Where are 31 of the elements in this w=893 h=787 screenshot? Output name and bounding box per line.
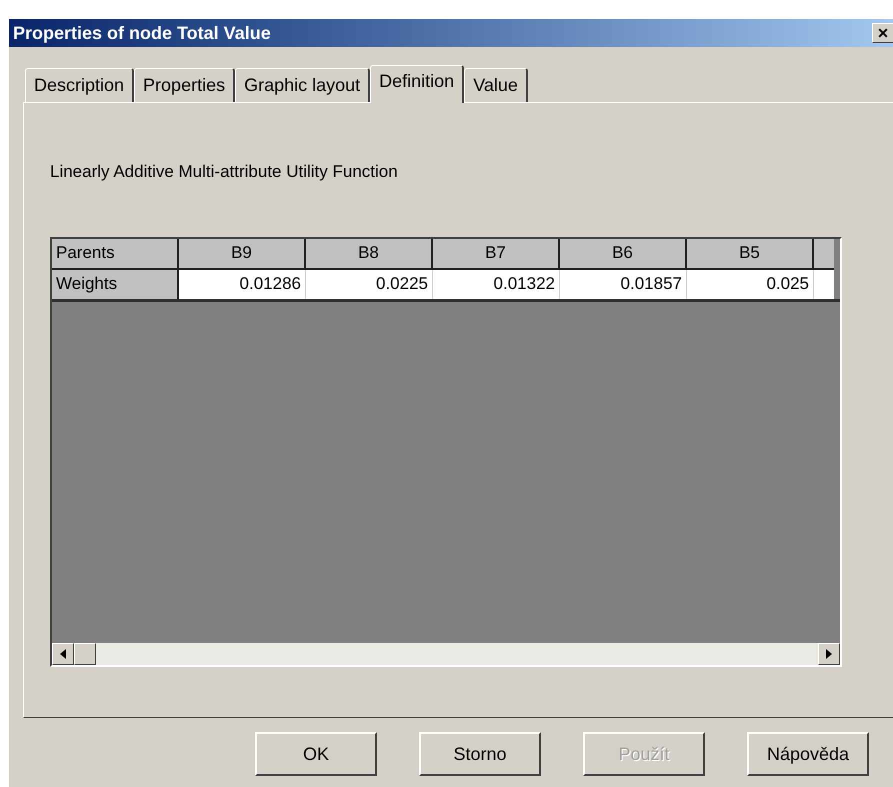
tab[interactable]: Graphic layout [235, 68, 370, 102]
dialog-button[interactable]: Nápověda [747, 732, 869, 776]
table-cell [814, 270, 834, 298]
column-header: B5 [687, 238, 814, 270]
left-arrow-icon [60, 648, 66, 658]
table-cell: 0.0225 [306, 270, 433, 298]
column-header: B6 [560, 238, 687, 270]
tab[interactable]: Properties [134, 68, 236, 102]
table-cell: 0.01286 [179, 270, 306, 298]
column-header: B7 [433, 238, 560, 270]
table-cell: 0.01857 [560, 270, 687, 298]
column-header: Parents [52, 238, 179, 270]
scroll-left-button[interactable] [52, 642, 74, 664]
horizontal-scrollbar[interactable] [52, 642, 840, 664]
right-arrow-icon [826, 648, 832, 658]
column-header: B9 [179, 238, 306, 270]
scroll-thumb[interactable] [74, 642, 96, 664]
dialog-button[interactable]: Storno [419, 732, 541, 776]
tab[interactable]: Value [464, 68, 528, 102]
dialog-button[interactable]: OK [255, 732, 377, 776]
column-header [814, 238, 834, 270]
tab[interactable]: Definition [370, 65, 464, 103]
close-button[interactable]: × [872, 23, 893, 43]
column-header: B8 [306, 238, 433, 270]
row-header: Weights [52, 270, 179, 298]
tab[interactable]: Description [25, 68, 134, 102]
table-cell: 0.01322 [433, 270, 560, 298]
table-cell: 0.025 [687, 270, 814, 298]
window-title: Properties of node Total Value [13, 22, 271, 45]
function-label: Linearly Additive Multi-attribute Utility Function [50, 161, 399, 183]
scroll-right-button[interactable] [818, 642, 840, 664]
